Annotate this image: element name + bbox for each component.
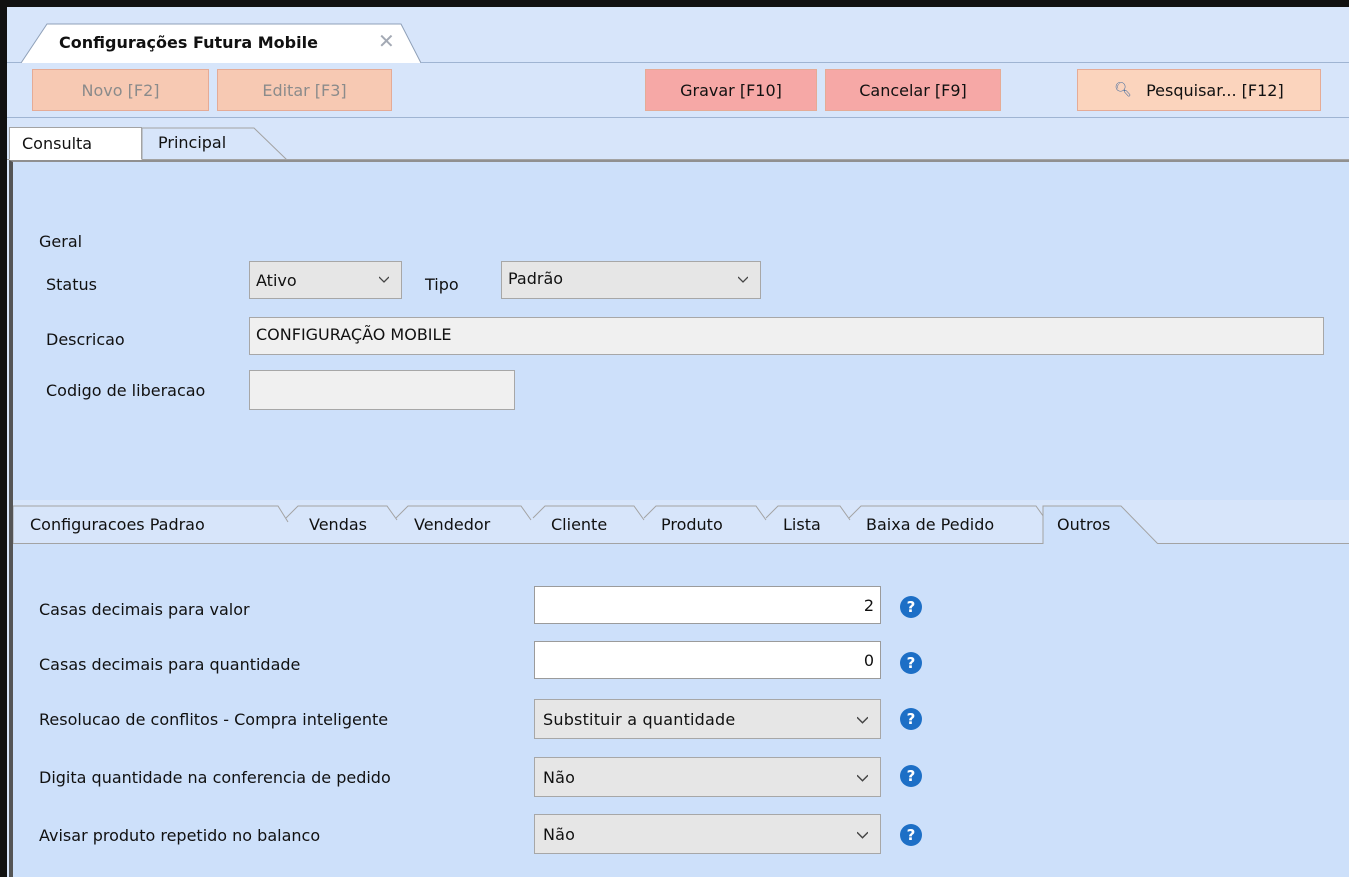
tab-principal[interactable]: Principal [158, 127, 278, 160]
editar-button[interactable]: Editar [F3] [217, 69, 392, 111]
conflitos-label: Resolucao de conflitos - Compra intelige… [39, 710, 389, 729]
pesquisar-button[interactable]: 🔍︎ Pesquisar... [F12] [1077, 69, 1321, 111]
avisar-repetido-select-value: Não [543, 824, 576, 844]
window-top-border [0, 0, 1349, 7]
tab-baixa-de-pedido[interactable]: Baixa de Pedido [866, 506, 994, 544]
codigo-liberacao-field[interactable] [249, 370, 515, 410]
casas-quantidade-label: Casas decimais para quantidade [39, 655, 301, 674]
conflitos-select-value: Substituir a quantidade [543, 709, 736, 729]
tab-produto[interactable]: Produto [661, 506, 723, 544]
avisar-repetido-label: Avisar produto repetido no balanco [39, 826, 321, 845]
help-icon[interactable]: ? [900, 708, 922, 730]
cancelar-button[interactable]: Cancelar [F9] [825, 69, 1001, 111]
conflitos-select[interactable]: Substituir a quantidade [534, 699, 881, 739]
status-label: Status [46, 275, 97, 294]
window-left-border [0, 0, 7, 877]
tab-configuracoes-padrao[interactable]: Configuracoes Padrao [30, 506, 205, 544]
tab-vendedor[interactable]: Vendedor [414, 506, 490, 544]
document-tab-strip: Configurações Futura Mobile ✕ [7, 7, 1349, 63]
application-window: Configurações Futura Mobile ✕ Novo [F2] … [0, 0, 1349, 877]
tab-outros[interactable]: Outros [1057, 506, 1110, 544]
status-select-value: Ativo [256, 270, 297, 290]
descricao-field[interactable]: CONFIGURAÇÃO MOBILE [249, 317, 1324, 355]
casas-quantidade-field[interactable]: 0 [534, 641, 881, 679]
help-icon[interactable]: ? [900, 596, 922, 618]
tab-vendas[interactable]: Vendas [309, 506, 367, 544]
tab-consulta[interactable]: Consulta [9, 127, 142, 160]
magnifier-icon: 🔍︎ [1114, 82, 1133, 98]
tipo-select[interactable]: Padrão [501, 261, 761, 299]
tab-lista[interactable]: Lista [783, 506, 821, 544]
chevron-down-icon [738, 276, 748, 283]
codigo-liberacao-label: Codigo de liberacao [46, 381, 206, 400]
gravar-button[interactable]: Gravar [F10] [645, 69, 817, 111]
close-icon[interactable]: ✕ [378, 29, 395, 53]
chevron-down-icon [379, 276, 389, 283]
outros-panel: Casas decimais para valor 2 ? Casas deci… [9, 544, 1349, 877]
novo-button[interactable]: Novo [F2] [32, 69, 209, 111]
descricao-label: Descricao [46, 330, 125, 349]
casas-valor-field[interactable]: 2 [534, 586, 881, 624]
geral-panel: Geral Status Ativo Tipo Padrão Descricao… [9, 160, 1349, 500]
document-tab[interactable]: Configurações Futura Mobile ✕ [21, 23, 421, 63]
digita-quantidade-label: Digita quantidade na conferencia de pedi… [39, 768, 391, 787]
pesquisar-label: Pesquisar... [F12] [1146, 80, 1284, 100]
casas-valor-label: Casas decimais para valor [39, 600, 250, 619]
tipo-label: Tipo [425, 275, 459, 294]
geral-section-title: Geral [39, 232, 83, 251]
help-icon[interactable]: ? [900, 765, 922, 787]
status-select[interactable]: Ativo [249, 261, 402, 299]
tipo-select-value: Padrão [508, 269, 564, 288]
chevron-down-icon [857, 831, 868, 839]
document-tab-title: Configurações Futura Mobile [59, 33, 318, 52]
toolbar: Novo [F2] Editar [F3] Gravar [F10] Cance… [7, 63, 1349, 118]
chevron-down-icon [857, 774, 868, 782]
digita-quantidade-select-value: Não [543, 767, 576, 787]
tab-cliente[interactable]: Cliente [551, 506, 607, 544]
help-icon[interactable]: ? [900, 652, 922, 674]
config-tab-strip: Configuracoes Padrao Vendas Vendedor Cli… [9, 500, 1349, 544]
chevron-down-icon [857, 716, 868, 724]
avisar-repetido-select[interactable]: Não [534, 814, 881, 854]
help-icon[interactable]: ? [900, 824, 922, 846]
main-tab-strip: Consulta Principal [7, 118, 1349, 160]
digita-quantidade-select[interactable]: Não [534, 757, 881, 797]
